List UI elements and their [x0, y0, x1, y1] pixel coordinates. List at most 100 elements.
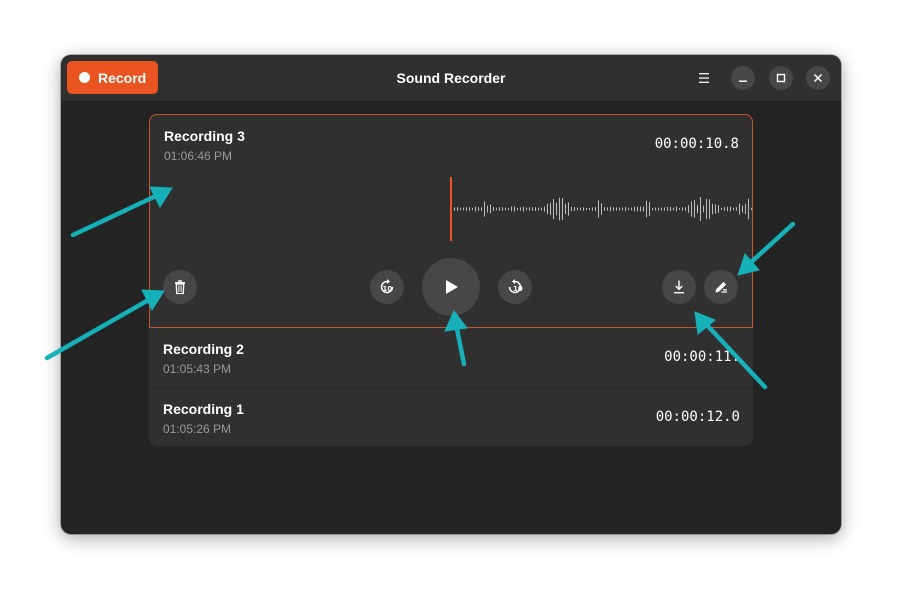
- waveform-bar: [634, 206, 635, 212]
- waveform-bar: [643, 206, 644, 212]
- recording-duration: 00:00:10.8: [654, 136, 739, 152]
- waveform-bar: [472, 207, 473, 211]
- waveform-bar: [700, 197, 701, 221]
- waveform-bar: [724, 207, 725, 211]
- waveform-bar: [670, 206, 671, 212]
- skip-forward-label: 10: [513, 285, 523, 293]
- play-button[interactable]: [422, 258, 480, 316]
- recording-name: Recording 1: [163, 401, 244, 417]
- export-button[interactable]: [662, 270, 696, 304]
- waveform-bar: [595, 206, 596, 212]
- recording-time: 01:05:43 PM: [163, 362, 232, 376]
- waveform-bar: [721, 207, 722, 211]
- waveform-bar: [532, 207, 533, 211]
- sound-recorder-window: Record Sound Recorder Recording 3 01:06:…: [61, 55, 841, 534]
- delete-button[interactable]: [163, 270, 197, 304]
- waveform-bar: [598, 200, 599, 218]
- waveform-bar: [655, 207, 656, 211]
- waveform-bar: [538, 207, 539, 211]
- maximize-icon: [776, 73, 786, 83]
- record-dot-icon: [79, 72, 90, 83]
- waveform-bar: [736, 207, 737, 211]
- recording-time: 01:06:46 PM: [164, 149, 233, 163]
- waveform-bar: [715, 204, 716, 214]
- waveform-bar: [508, 207, 509, 211]
- waveform-bar: [535, 206, 536, 212]
- waveform-bar: [640, 206, 641, 212]
- playhead-cursor[interactable]: [450, 177, 452, 241]
- recording-name: Recording 3: [164, 128, 245, 144]
- waveform-bar: [496, 207, 497, 211]
- waveform-bar: [673, 207, 674, 211]
- waveform-bar: [457, 207, 458, 211]
- waveform-bar: [706, 198, 707, 220]
- waveform-bar: [745, 203, 746, 215]
- export-icon: [674, 280, 684, 294]
- waveform-bar: [652, 207, 653, 211]
- waveform-bar: [649, 202, 650, 216]
- waveform-bar: [490, 204, 491, 214]
- waveform-bar: [628, 207, 629, 211]
- minimize-button[interactable]: [731, 66, 755, 90]
- maximize-button[interactable]: [769, 66, 793, 90]
- waveform-bar: [661, 207, 662, 211]
- waveform-bar: [502, 207, 503, 211]
- record-button-label: Record: [98, 69, 147, 86]
- record-button[interactable]: Record: [67, 61, 158, 94]
- waveform-bar: [697, 204, 698, 214]
- waveform-bar: [682, 207, 683, 211]
- waveform-bar: [478, 207, 479, 211]
- waveform-bar: [610, 206, 611, 212]
- waveform-bar: [601, 203, 602, 215]
- waveform-bar: [748, 198, 749, 220]
- menu-icon: [699, 73, 709, 83]
- recording-row[interactable]: Recording 1 01:05:26 PM 00:00:12.0: [149, 388, 753, 448]
- waveform-bar: [685, 207, 686, 211]
- recording-duration: 00:00:12.0: [655, 409, 740, 425]
- waveform-bar: [514, 206, 515, 212]
- recording-card-expanded[interactable]: Recording 3 01:06:46 PM 00:00:10.8 10 10: [149, 114, 753, 328]
- waveform-bar: [625, 206, 626, 212]
- waveform-bar: [658, 207, 659, 211]
- rename-icon: [715, 281, 727, 293]
- waveform-bar: [703, 205, 704, 213]
- waveform-bar: [712, 203, 713, 215]
- waveform-bar: [475, 206, 476, 212]
- waveform-bar: [466, 207, 467, 211]
- waveform-bar: [604, 207, 605, 211]
- waveform-bar: [667, 206, 668, 212]
- header-bar: Record Sound Recorder: [61, 55, 841, 102]
- waveform-bar: [553, 199, 554, 219]
- waveform-bar: [577, 207, 578, 211]
- waveform-bar: [562, 198, 563, 220]
- waveform-bar: [481, 207, 482, 211]
- play-icon: [446, 280, 458, 294]
- minimize-icon: [739, 80, 747, 82]
- waveform-bar: [709, 199, 710, 219]
- close-button[interactable]: [806, 66, 830, 90]
- waveform[interactable]: [450, 177, 752, 241]
- waveform-bar: [523, 206, 524, 212]
- waveform-bar: [646, 200, 647, 218]
- waveform-bar: [454, 207, 455, 211]
- skip-back-button[interactable]: 10: [370, 270, 404, 304]
- recordings-list: Recording 3 01:06:46 PM 00:00:10.8 10 10…: [149, 114, 753, 446]
- waveform-bar: [568, 202, 569, 216]
- waveform-bar: [550, 203, 551, 215]
- waveform-bar: [544, 206, 545, 212]
- skip-forward-button[interactable]: 10: [498, 270, 532, 304]
- recording-time: 01:05:26 PM: [163, 422, 232, 436]
- waveform-bar: [637, 206, 638, 212]
- waveform-bar: [664, 207, 665, 211]
- main-menu-button[interactable]: [692, 66, 716, 90]
- waveform-bar: [583, 207, 584, 211]
- waveform-bar: [631, 207, 632, 211]
- window-title: Sound Recorder: [396, 70, 506, 86]
- waveform-bar: [694, 200, 695, 218]
- recording-row[interactable]: Recording 2 01:05:43 PM 00:00:11.: [149, 328, 753, 388]
- waveform-bar: [622, 207, 623, 211]
- rename-button[interactable]: [704, 270, 738, 304]
- waveform-bar: [469, 207, 470, 211]
- waveform-bar: [751, 207, 752, 211]
- waveform-bar: [580, 207, 581, 211]
